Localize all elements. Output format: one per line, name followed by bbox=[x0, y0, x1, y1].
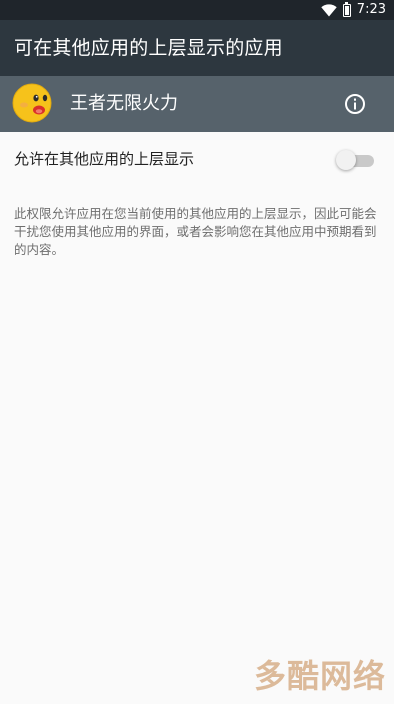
info-icon[interactable] bbox=[344, 93, 366, 115]
status-icons: 7:23 bbox=[321, 1, 386, 18]
wifi-icon bbox=[321, 3, 337, 17]
toolbar: 可在其他应用的上层显示的应用 bbox=[0, 20, 394, 76]
app-icon bbox=[12, 83, 52, 123]
permission-description: 此权限允许应用在您当前使用的其他应用的上层显示，因此可能会干扰您使用其他应用的界… bbox=[14, 206, 377, 257]
status-bar: 7:23 bbox=[0, 0, 394, 20]
watermark: 多酷网络 bbox=[253, 657, 386, 695]
app-name: 王者无限火力 bbox=[70, 93, 178, 114]
battery-level bbox=[344, 5, 349, 15]
app-header-row: 王者无限火力 bbox=[0, 76, 394, 132]
overlay-permission-label: 允许在其他应用的上层显示 bbox=[14, 150, 195, 168]
overlay-permission-toggle[interactable] bbox=[336, 150, 376, 170]
page-title: 可在其他应用的上层显示的应用 bbox=[14, 37, 283, 59]
status-time: 7:23 bbox=[356, 2, 386, 17]
battery-icon bbox=[342, 1, 351, 17]
toggle-thumb bbox=[336, 150, 356, 170]
overlay-permission-row[interactable]: 允许在其他应用的上层显示 bbox=[0, 132, 394, 188]
